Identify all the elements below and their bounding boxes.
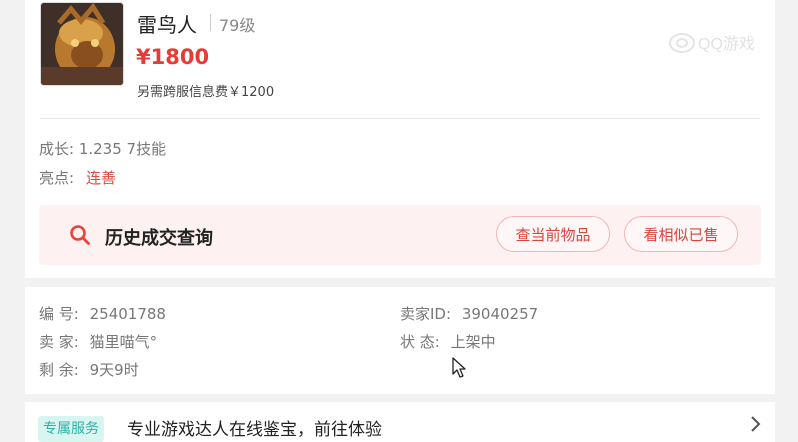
seller-id-label: 卖家ID:: [400, 305, 452, 323]
seller-id-row: 卖家ID: 39040257: [400, 303, 538, 324]
service-promo-text: 专业游戏达人在线鉴宝，前往体验: [127, 420, 382, 440]
growth-info: 成长: 1.235 7技能: [39, 140, 167, 158]
check-current-item-button[interactable]: 查当前物品: [496, 216, 610, 252]
watermark-logo: QQ游戏: [669, 33, 755, 53]
remaining-label: 剩 余:: [39, 361, 79, 379]
status-label: 状 态:: [400, 333, 440, 351]
status-row: 状 态: 上架中: [400, 331, 496, 352]
search-icon: [70, 225, 90, 245]
divider: [40, 118, 760, 119]
fee-note: 另需跨服信息费￥1200: [137, 85, 275, 100]
id-label: 编 号:: [39, 305, 79, 323]
svg-text:QQ游戏: QQ游戏: [698, 35, 755, 53]
item-avatar[interactable]: [40, 2, 124, 86]
seller-row: 卖 家: 猫里喵气°: [39, 331, 157, 352]
highlight-label: 亮点:: [39, 169, 75, 187]
remaining-value: 9天9时: [89, 361, 139, 379]
history-query-panel: 历史成交查询 查当前物品 看相似已售: [39, 205, 761, 265]
history-title: 历史成交查询: [105, 228, 213, 249]
status-value: 上架中: [450, 333, 496, 351]
level-separator: [210, 14, 211, 31]
seller-id-value: 39040257: [461, 305, 539, 323]
seller-label: 卖 家:: [39, 333, 79, 351]
remaining-row: 剩 余: 9天9时: [39, 359, 139, 380]
item-price: ¥1800: [136, 45, 210, 69]
item-name: 雷鸟人: [137, 13, 197, 37]
chevron-right-icon: [751, 416, 761, 432]
detail-card: 编 号: 25401788 卖家ID: 39040257 卖 家: 猫里喵气° …: [25, 287, 775, 394]
seller-value: 猫里喵气°: [89, 333, 158, 351]
mouse-cursor-icon: [452, 357, 466, 378]
item-card: 雷鸟人 79级 ¥1800 另需跨服信息费￥1200 成长: 1.235 7技能…: [25, 0, 775, 278]
view-similar-sold-button[interactable]: 看相似已售: [624, 216, 738, 252]
highlight-value: 连善: [86, 169, 117, 187]
id-row: 编 号: 25401788: [39, 303, 166, 324]
service-promo-row[interactable]: 专属服务 专业游戏达人在线鉴宝，前往体验: [25, 402, 775, 442]
id-value: 25401788: [89, 305, 166, 323]
service-badge: 专属服务: [38, 416, 104, 442]
item-level: 79级: [219, 16, 256, 35]
